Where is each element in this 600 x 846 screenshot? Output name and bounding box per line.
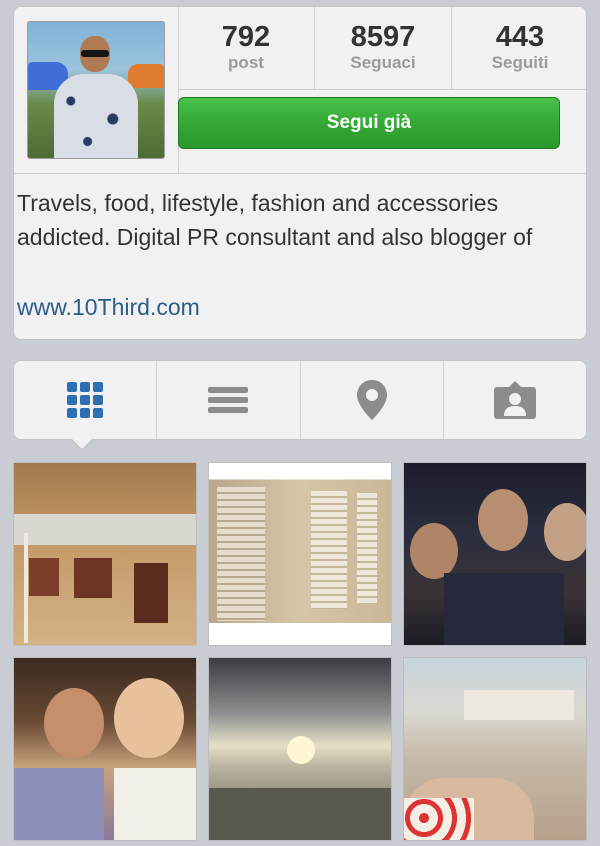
stat-following-value: 443 (495, 21, 545, 53)
tagged-person-icon (493, 381, 536, 419)
tab-map[interactable] (301, 361, 444, 439)
divider (14, 173, 586, 174)
photo-detail (44, 688, 104, 758)
photo-detail (209, 623, 391, 645)
stat-posts[interactable]: 792 post (178, 7, 315, 89)
avatar-sunglasses (81, 50, 109, 57)
photo-detail (14, 768, 104, 840)
photo-detail (478, 489, 528, 551)
photo-thumbnail[interactable] (403, 462, 587, 646)
grid-icon (67, 382, 104, 418)
photo-detail (410, 523, 458, 579)
list-icon (208, 383, 249, 417)
tab-list[interactable] (157, 361, 301, 439)
avatar-bg-shape (128, 64, 164, 88)
avatar-shirt (54, 74, 138, 158)
photo-thumbnail[interactable] (13, 462, 197, 646)
profile-website-link[interactable]: www.10Third.com (17, 290, 200, 324)
photo-detail (444, 573, 564, 645)
tab-tagged[interactable] (444, 361, 586, 439)
photo-detail (209, 788, 391, 840)
profile-bio: Travels, food, lifestyle, fashion and ac… (17, 190, 533, 250)
photo-detail (217, 487, 265, 621)
stat-followers[interactable]: 8597 Seguaci (315, 7, 452, 89)
stat-posts-label: post (228, 53, 264, 72)
photo-detail (404, 798, 474, 840)
photo-detail (464, 690, 574, 720)
photo-detail (74, 558, 112, 598)
photo-detail (287, 736, 315, 764)
stat-following-label: Seguiti (491, 53, 549, 72)
location-pin-icon (356, 380, 387, 420)
photo-thumbnail[interactable] (208, 462, 392, 646)
avatar-container (14, 7, 179, 173)
stats-bar: 792 post 8597 Seguaci 443 Seguiti (178, 7, 586, 90)
photo-detail (134, 563, 168, 623)
stat-followers-value: 8597 (350, 21, 416, 53)
stat-followers-label: Seguaci (350, 53, 416, 72)
photo-thumbnail[interactable] (13, 657, 197, 841)
following-button[interactable]: Segui già (178, 97, 560, 149)
photo-detail (311, 491, 347, 609)
photo-thumbnail[interactable] (403, 657, 587, 841)
stat-posts-value: 792 (221, 21, 271, 53)
photo-thumbnail[interactable] (208, 657, 392, 841)
avatar[interactable] (27, 21, 165, 159)
photo-detail (114, 768, 196, 840)
photo-detail (544, 503, 586, 561)
profile-tab-bar (13, 360, 587, 440)
active-tab-pointer (71, 438, 93, 449)
photo-detail (24, 533, 28, 643)
photo-detail (114, 678, 184, 758)
stat-following[interactable]: 443 Seguiti (452, 7, 586, 89)
photo-detail (29, 558, 59, 596)
photo-detail (357, 493, 377, 603)
tab-grid[interactable] (14, 361, 158, 439)
